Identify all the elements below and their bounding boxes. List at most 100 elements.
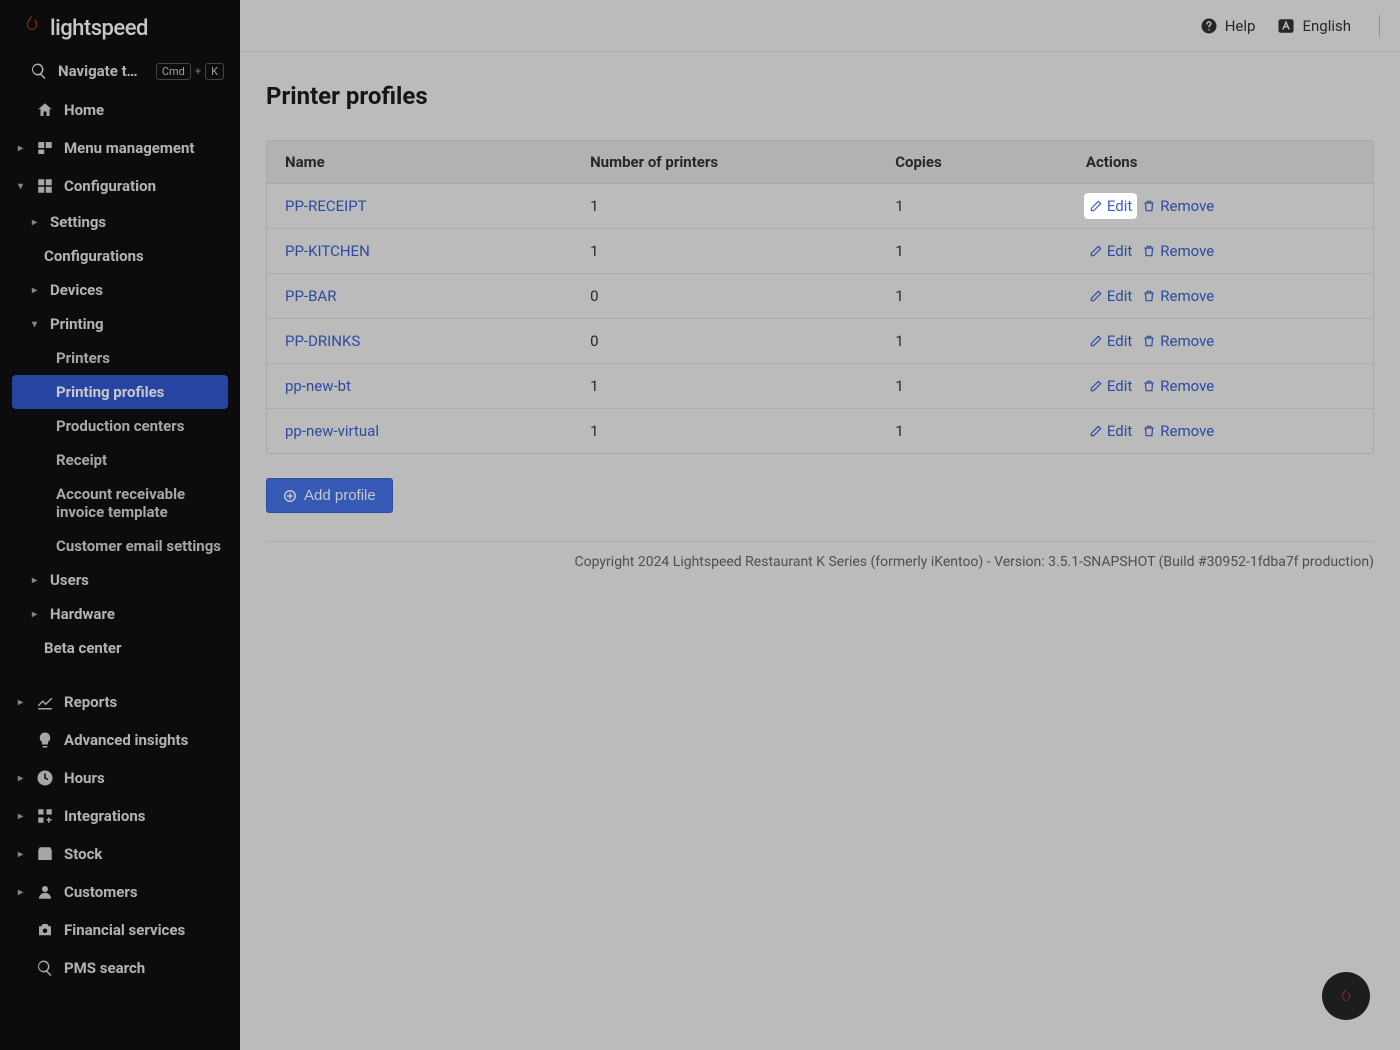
nav-receipt[interactable]: Receipt <box>0 443 240 477</box>
add-profile-button[interactable]: Add profile <box>266 478 393 513</box>
nav-search[interactable]: Navigate to... Cmd + K <box>0 53 240 89</box>
help-button[interactable]: Help <box>1200 17 1256 35</box>
remove-label: Remove <box>1160 422 1214 440</box>
edit-link[interactable]: Edit <box>1086 420 1135 442</box>
box-icon <box>36 845 54 863</box>
nav-advanced-insights[interactable]: ▸ Advanced insights <box>0 721 240 759</box>
chevron-right-icon: ▸ <box>32 285 40 296</box>
table-row: PP-DRINKS01EditRemove <box>267 319 1373 364</box>
nav-configurations[interactable]: Configurations <box>0 239 240 273</box>
edit-label: Edit <box>1107 197 1132 215</box>
remove-link[interactable]: Remove <box>1139 375 1217 397</box>
edit-link[interactable]: Edit <box>1086 285 1135 307</box>
nav-customers[interactable]: ▸ Customers <box>0 873 240 911</box>
remove-link[interactable]: Remove <box>1139 285 1217 307</box>
th-printers: Number of printers <box>572 141 877 183</box>
cell-copies: 1 <box>877 366 1068 406</box>
profile-link[interactable]: PP-BAR <box>285 287 336 305</box>
nav-users[interactable]: ▸ Users <box>0 563 240 597</box>
language-label: English <box>1302 17 1351 35</box>
remove-link[interactable]: Remove <box>1139 330 1217 352</box>
chevron-right-icon: ▸ <box>18 811 26 822</box>
nav-reports[interactable]: ▸ Reports <box>0 683 240 721</box>
cell-actions: Edit Remove <box>1068 274 1373 318</box>
cell-printers: 0 <box>572 276 877 316</box>
trash-icon <box>1142 199 1156 213</box>
sidebar: lightspeed Navigate to... Cmd + K ▸ Home… <box>0 0 240 1050</box>
user-icon <box>36 883 54 901</box>
edit-label: Edit <box>1107 422 1132 440</box>
cell-actions: EditRemove <box>1068 229 1373 273</box>
remove-link[interactable]: Remove <box>1139 195 1217 217</box>
nav-printers[interactable]: Printers <box>0 341 240 375</box>
trash-icon <box>1142 424 1156 438</box>
menu-icon <box>36 139 54 157</box>
trash-icon <box>1142 289 1156 303</box>
main: Help English Printer profiles Name Numbe… <box>240 0 1400 1050</box>
chevron-right-icon: ▸ <box>18 143 26 154</box>
nav-devices[interactable]: ▸ Devices <box>0 273 240 307</box>
table-row: PP-RECEIPT11EditRemove <box>267 184 1373 229</box>
nav-printing[interactable]: ▾ Printing <box>0 307 240 341</box>
chevron-right-icon: ▸ <box>18 887 26 898</box>
nav-printing-profiles[interactable]: Printing profiles <box>12 375 228 409</box>
cell-actions: Edit Remove <box>1068 409 1373 453</box>
profiles-table: Name Number of printers Copies Actions P… <box>266 140 1374 454</box>
nav-beta-center[interactable]: Beta center <box>0 631 240 665</box>
profile-link[interactable]: pp-new-virtual <box>285 422 379 440</box>
table-row: PP-BAR01EditRemove <box>267 274 1373 319</box>
language-icon <box>1277 17 1295 35</box>
trash-icon <box>1142 379 1156 393</box>
nav-production-centers[interactable]: Production centers <box>0 409 240 443</box>
support-fab[interactable] <box>1322 972 1370 1020</box>
nav-configuration[interactable]: ▾ Configuration <box>0 167 240 205</box>
nav-ar-invoice-template[interactable]: Account receivable invoice template <box>0 477 240 529</box>
cell-name: PP-RECEIPT <box>267 186 572 226</box>
language-button[interactable]: English <box>1277 17 1351 35</box>
chevron-down-icon: ▾ <box>32 319 40 330</box>
topbar: Help English <box>240 0 1400 52</box>
nav-integrations[interactable]: ▸ Integrations <box>0 797 240 835</box>
home-icon <box>36 101 54 119</box>
nav-financial-services[interactable]: ▸ Financial services <box>0 911 240 949</box>
cell-printers: 1 <box>572 366 877 406</box>
nav-home[interactable]: ▸ Home <box>0 89 240 129</box>
remove-link[interactable]: Remove <box>1139 420 1217 442</box>
nav-customer-email-settings[interactable]: Customer email settings <box>0 529 240 563</box>
trash-icon <box>1142 244 1156 258</box>
chevron-right-icon: ▸ <box>18 773 26 784</box>
cell-name: PP-DRINKS <box>267 321 572 361</box>
profile-link[interactable]: PP-DRINKS <box>285 332 360 350</box>
edit-link[interactable]: Edit <box>1086 330 1135 352</box>
grid-icon <box>36 177 54 195</box>
brand-logo[interactable]: lightspeed <box>0 0 240 53</box>
add-profile-label: Add profile <box>304 487 376 504</box>
cell-name: PP-KITCHEN <box>267 231 572 271</box>
cell-copies: 1 <box>877 186 1068 226</box>
cell-name: PP-BAR <box>267 276 572 316</box>
profile-link[interactable]: PP-KITCHEN <box>285 242 370 260</box>
edit-link[interactable]: Edit <box>1086 240 1135 262</box>
profile-link[interactable]: pp-new-bt <box>285 377 351 395</box>
plus-circle-icon <box>283 489 297 503</box>
edit-link[interactable]: Edit <box>1086 195 1135 217</box>
nav-menu-management[interactable]: ▸ Menu management <box>0 129 240 167</box>
edit-label: Edit <box>1107 287 1132 305</box>
th-copies: Copies <box>877 141 1068 183</box>
th-name: Name <box>267 141 572 183</box>
cell-copies: 1 <box>877 321 1068 361</box>
search-icon <box>30 62 48 80</box>
th-actions: Actions <box>1068 141 1373 183</box>
table-row: PP-KITCHEN11EditRemove <box>267 229 1373 274</box>
lightbulb-icon <box>36 731 54 749</box>
remove-link[interactable]: Remove <box>1139 240 1217 262</box>
profile-link[interactable]: PP-RECEIPT <box>285 197 367 215</box>
nav-hours[interactable]: ▸ Hours <box>0 759 240 797</box>
nav-pms-search[interactable]: ▸ PMS search <box>0 949 240 987</box>
edit-link[interactable]: Edit <box>1086 375 1135 397</box>
nav-settings[interactable]: ▸ Settings <box>0 205 240 239</box>
cell-copies: 1 <box>877 231 1068 271</box>
nav-hardware[interactable]: ▸ Hardware <box>0 597 240 631</box>
nav-stock[interactable]: ▸ Stock <box>0 835 240 873</box>
trash-icon <box>1142 334 1156 348</box>
